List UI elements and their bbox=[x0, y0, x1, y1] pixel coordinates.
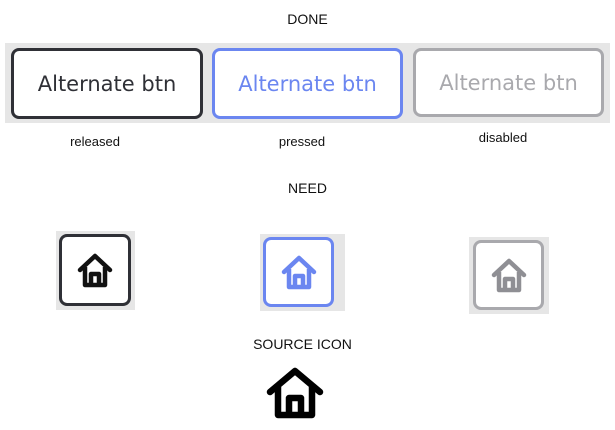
source-icon-heading: SOURCE ICON bbox=[253, 336, 352, 352]
released-label: released bbox=[70, 134, 120, 149]
need-heading: NEED bbox=[288, 180, 327, 196]
home-icon bbox=[75, 250, 115, 290]
pressed-label: pressed bbox=[278, 134, 326, 149]
disabled-label: disabled bbox=[478, 130, 528, 145]
alternate-button-label: Alternate btn bbox=[439, 70, 578, 95]
alternate-button-released[interactable]: Alternate btn bbox=[11, 48, 203, 119]
alternate-button-pressed[interactable]: Alternate btn bbox=[212, 48, 403, 119]
icon-button-pressed[interactable] bbox=[263, 237, 334, 307]
home-icon bbox=[279, 252, 319, 292]
alternate-button-disabled: Alternate btn bbox=[413, 48, 604, 117]
home-icon bbox=[265, 366, 325, 420]
done-heading: DONE bbox=[287, 11, 328, 27]
alternate-button-label: Alternate btn bbox=[37, 71, 177, 96]
icon-button-disabled bbox=[473, 240, 544, 310]
home-icon bbox=[489, 255, 529, 295]
icon-button-released[interactable] bbox=[59, 234, 131, 306]
alternate-button-label: Alternate btn bbox=[238, 71, 377, 96]
